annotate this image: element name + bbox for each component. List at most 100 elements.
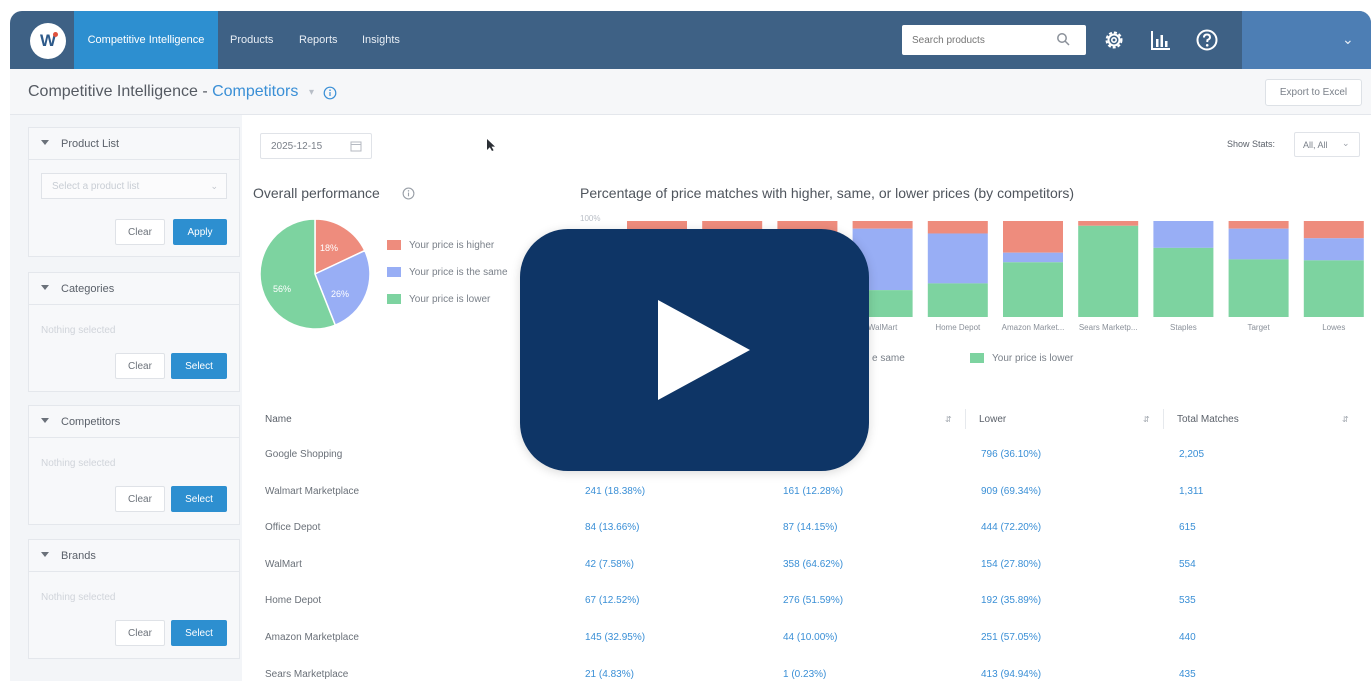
cell-total[interactable]: 1,311 — [1179, 486, 1203, 497]
cell-total[interactable]: 435 — [1179, 669, 1196, 680]
column-header-lower[interactable]: Lower — [979, 414, 1006, 425]
cell-lower[interactable]: 154 (27.80%) — [981, 559, 1041, 570]
bar-segment-2[interactable] — [1153, 247, 1214, 317]
cell-lower[interactable]: 413 (94.94%) — [981, 669, 1041, 680]
bar-segment-0[interactable] — [1078, 221, 1139, 226]
cell-lower[interactable]: 796 (36.10%) — [981, 449, 1041, 460]
selection-hint: Nothing selected — [41, 592, 116, 603]
calendar-icon[interactable] — [350, 140, 362, 152]
column-header-name[interactable]: Name — [265, 414, 292, 425]
cell-lower[interactable]: 192 (35.89%) — [981, 595, 1041, 606]
bar-segment-2[interactable] — [1228, 259, 1289, 317]
row-name: Office Depot — [265, 522, 321, 534]
export-excel-button[interactable]: Export to Excel — [1265, 79, 1362, 106]
bar-segment-1[interactable] — [1303, 238, 1364, 261]
chevron-down-icon[interactable]: ▾ — [309, 87, 314, 98]
pie-label-higher: 18% — [320, 243, 339, 253]
cell-total[interactable]: 2,205 — [1179, 449, 1204, 460]
bar-segment-2[interactable] — [927, 283, 988, 317]
cell-lower[interactable]: 444 (72.20%) — [981, 522, 1041, 533]
apply-button[interactable]: Apply — [173, 219, 227, 245]
logo[interactable]: W — [30, 23, 66, 59]
sort-icon[interactable]: ⇵ — [1342, 415, 1349, 424]
cell-higher[interactable]: 241 (18.38%) — [585, 486, 645, 497]
panel-header[interactable]: Competitors — [29, 406, 239, 438]
bar-segment-1[interactable] — [1003, 252, 1063, 263]
cell-same[interactable]: 44 (10.00%) — [783, 632, 837, 643]
legend-item-lower[interactable]: Your price is lower — [387, 292, 490, 306]
sort-icon[interactable]: ⇵ — [945, 415, 952, 424]
cell-same[interactable]: 358 (64.62%) — [783, 559, 843, 570]
cell-higher[interactable]: 42 (7.58%) — [585, 559, 634, 570]
panel-brands: Brands Nothing selected Clear Select — [28, 539, 240, 659]
bar-segment-1[interactable] — [1153, 221, 1214, 248]
chevron-down-icon[interactable]: ⌄ — [1342, 31, 1354, 48]
bar-segment-0[interactable] — [1228, 221, 1289, 229]
cell-same[interactable]: 276 (51.59%) — [783, 595, 843, 606]
bar-legend-same[interactable]: e same — [872, 351, 905, 365]
panel-header[interactable]: Product List — [29, 128, 239, 160]
breadcrumb: Competitive Intelligence - Competitors — [28, 83, 298, 101]
bar-segment-2[interactable] — [1078, 225, 1139, 317]
bar-segment-0[interactable] — [852, 221, 913, 229]
video-play-button[interactable] — [520, 229, 869, 471]
cell-total[interactable]: 554 — [1179, 559, 1196, 570]
breadcrumb-section[interactable]: Competitors — [212, 83, 298, 100]
column-divider — [965, 409, 966, 429]
nav-insights[interactable]: Insights — [362, 11, 400, 69]
cell-total[interactable]: 440 — [1179, 632, 1196, 643]
cell-same[interactable]: 87 (14.15%) — [783, 522, 837, 533]
column-header-total[interactable]: Total Matches — [1177, 414, 1239, 425]
cell-lower[interactable]: 251 (57.05%) — [981, 632, 1041, 643]
panel-header[interactable]: Categories — [29, 273, 239, 305]
nav-products[interactable]: Products — [230, 11, 273, 69]
cell-same[interactable]: 1 (0.23%) — [783, 669, 826, 680]
show-stats-select[interactable]: All, All — [1294, 132, 1360, 157]
nav-competitive-intelligence[interactable]: Competitive Intelligence — [74, 11, 218, 69]
cell-total[interactable]: 535 — [1179, 595, 1196, 606]
legend-swatch — [970, 353, 984, 363]
legend-label: Your price is the same — [409, 266, 508, 278]
clear-button[interactable]: Clear — [115, 219, 165, 245]
row-name: Amazon Marketplace — [265, 632, 359, 643]
legend-item-higher[interactable]: Your price is higher — [387, 238, 494, 252]
search-icon[interactable] — [1056, 32, 1070, 46]
gear-icon[interactable] — [1102, 28, 1126, 52]
legend-item-same[interactable]: Your price is the same — [387, 265, 508, 279]
cell-higher[interactable]: 67 (12.52%) — [585, 595, 639, 606]
cell-higher[interactable]: 145 (32.95%) — [585, 632, 645, 643]
info-icon[interactable] — [323, 86, 337, 100]
select-button[interactable]: Select — [171, 486, 227, 512]
sort-icon[interactable]: ⇵ — [1143, 415, 1150, 424]
bar-segment-0[interactable] — [1003, 221, 1063, 253]
bar-segment-0[interactable] — [1303, 221, 1364, 239]
info-icon[interactable] — [402, 187, 415, 200]
cell-same[interactable]: 161 (12.28%) — [783, 486, 843, 497]
bar-legend-lower[interactable]: Your price is lower — [970, 351, 1073, 365]
bar-segment-1[interactable] — [927, 233, 988, 284]
select-button[interactable]: Select — [171, 620, 227, 646]
bar-segment-2[interactable] — [1303, 260, 1364, 317]
bar-segment-0[interactable] — [927, 221, 988, 234]
cell-lower[interactable]: 909 (69.34%) — [981, 486, 1041, 497]
bar-chart-icon[interactable] — [1149, 28, 1173, 52]
product-list-select[interactable]: Select a product list ⌄ — [41, 173, 227, 199]
cell-higher[interactable]: 21 (4.83%) — [585, 669, 634, 680]
cell-total[interactable]: 615 — [1179, 522, 1196, 533]
caret-down-icon — [41, 418, 49, 423]
bar-segment-2[interactable] — [1003, 262, 1063, 317]
clear-button[interactable]: Clear — [115, 620, 165, 646]
cell-higher[interactable]: 84 (13.66%) — [585, 522, 639, 533]
breadcrumb-separator: - — [197, 83, 213, 100]
help-icon[interactable] — [1195, 28, 1219, 52]
panel-product-list: Product List Select a product list ⌄ Cle… — [28, 127, 240, 257]
chevron-down-icon[interactable]: ⌄ — [1342, 138, 1350, 149]
caret-down-icon — [41, 140, 49, 145]
panel-header[interactable]: Brands — [29, 540, 239, 572]
clear-button[interactable]: Clear — [115, 486, 165, 512]
nav-reports[interactable]: Reports — [299, 11, 338, 69]
select-button[interactable]: Select — [171, 353, 227, 379]
row-name: Home Depot — [265, 595, 322, 607]
bar-segment-1[interactable] — [1228, 228, 1289, 260]
clear-button[interactable]: Clear — [115, 353, 165, 379]
